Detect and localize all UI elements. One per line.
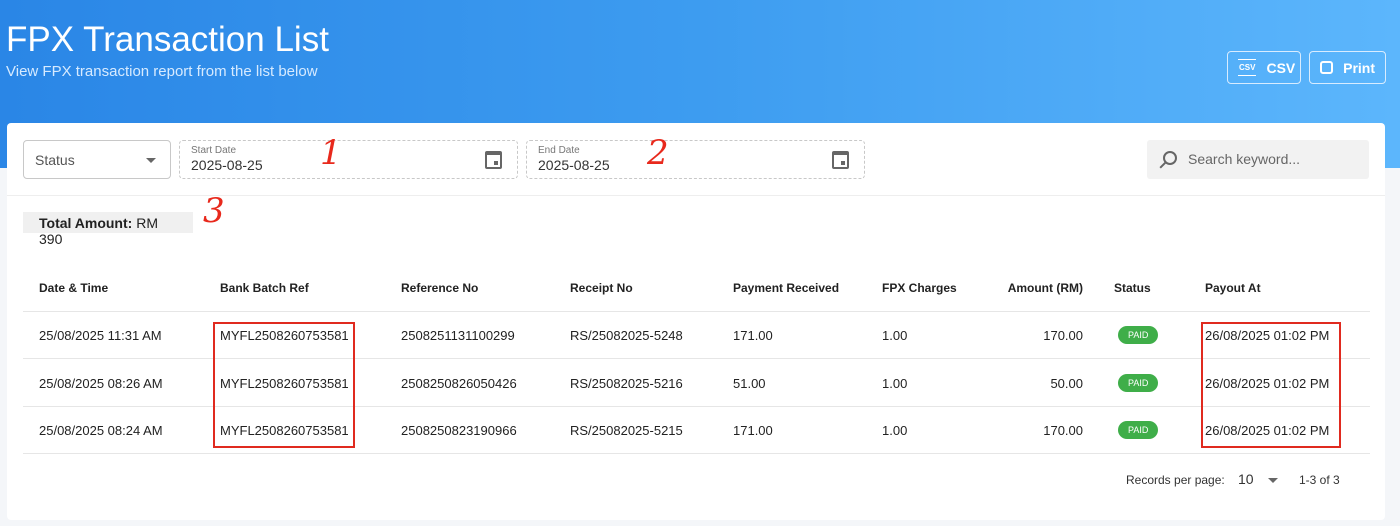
status-badge: PAID bbox=[1118, 421, 1159, 439]
cell-amount: 170.00 bbox=[1043, 423, 1083, 438]
cell-payment-received: 171.00 bbox=[733, 423, 773, 438]
cell-date-time: 25/08/2025 11:31 AM bbox=[39, 328, 162, 343]
column-header-fpx-charges[interactable]: FPX Charges bbox=[882, 281, 957, 295]
highlight-box-payout bbox=[1201, 322, 1341, 448]
cell-fpx-charges: 1.00 bbox=[882, 423, 908, 438]
calendar-icon[interactable] bbox=[832, 151, 849, 169]
caret-down-icon bbox=[1267, 477, 1278, 483]
column-header-payment-received[interactable]: Payment Received bbox=[733, 281, 839, 295]
column-header-receipt-no[interactable]: Receipt No bbox=[570, 281, 633, 295]
cell-fpx-charges: 1.00 bbox=[882, 375, 908, 391]
column-header-bank-batch-ref[interactable]: Bank Batch Ref bbox=[220, 281, 309, 295]
column-header-payout-at[interactable]: Payout At bbox=[1205, 281, 1261, 295]
csv-button[interactable]: CSV CSV bbox=[1227, 51, 1301, 84]
caret-down-icon bbox=[146, 158, 156, 163]
cell-reference-no: 2508250826050426 bbox=[401, 375, 517, 391]
cell-receipt-no: RS/25082025-5248 bbox=[570, 328, 683, 343]
column-header-amount[interactable]: Amount (RM) bbox=[1008, 281, 1083, 295]
search-input[interactable]: Search keyword... bbox=[1147, 140, 1369, 179]
cell-date-time: 25/08/2025 08:26 AM bbox=[39, 375, 163, 391]
start-date-field[interactable]: Start Date 2025-08-25 bbox=[179, 140, 518, 179]
end-date-field[interactable]: End Date 2025-08-25 bbox=[526, 140, 865, 179]
total-amount: Total Amount: RM 390 bbox=[23, 212, 193, 247]
annotation-2: 2 bbox=[647, 133, 669, 173]
row-divider bbox=[23, 311, 1370, 312]
status-badge: PAID bbox=[1118, 373, 1159, 392]
transactions-card: Status Start Date 2025-08-25 End Date 20… bbox=[7, 123, 1385, 520]
column-header-reference-no[interactable]: Reference No bbox=[401, 281, 478, 295]
cell-receipt-no: RS/25082025-5216 bbox=[570, 375, 683, 391]
cell-reference-no: 2508251131100299 bbox=[401, 328, 515, 343]
cell-payment-received: 171.00 bbox=[733, 328, 773, 343]
cell-date-time: 25/08/2025 08:24 AM bbox=[39, 423, 163, 438]
row-divider bbox=[23, 453, 1370, 454]
status-select[interactable]: Status bbox=[23, 140, 171, 179]
search-icon bbox=[1163, 151, 1177, 165]
printer-icon bbox=[1320, 61, 1334, 74]
page-subtitle: View FPX transaction report from the lis… bbox=[6, 63, 318, 80]
column-header-date-time[interactable]: Date & Time bbox=[39, 281, 108, 295]
cell-payment-received: 51.00 bbox=[733, 375, 766, 391]
print-button[interactable]: Print bbox=[1309, 51, 1386, 84]
annotation-3: 3 bbox=[203, 191, 225, 231]
cell-amount: 170.00 bbox=[1043, 328, 1083, 343]
records-per-page-label: Records per page: bbox=[1126, 473, 1225, 487]
page-title: FPX Transaction List bbox=[6, 20, 329, 59]
cell-amount: 50.00 bbox=[1050, 375, 1083, 391]
calendar-icon[interactable] bbox=[485, 151, 502, 169]
per-page-select[interactable]: 10 bbox=[1238, 471, 1278, 487]
cell-receipt-no: RS/25082025-5215 bbox=[570, 423, 683, 438]
status-badge: PAID bbox=[1118, 326, 1159, 344]
annotation-1: 1 bbox=[320, 133, 342, 173]
highlight-box-batch-ref bbox=[213, 322, 355, 448]
cell-reference-no: 2508250823190966 bbox=[401, 423, 517, 438]
csv-file-icon: CSV bbox=[1238, 59, 1257, 76]
cell-fpx-charges: 1.00 bbox=[882, 328, 908, 343]
pagination-range: 1-3 of 3 bbox=[1299, 473, 1340, 487]
column-header-status[interactable]: Status bbox=[1114, 281, 1151, 295]
